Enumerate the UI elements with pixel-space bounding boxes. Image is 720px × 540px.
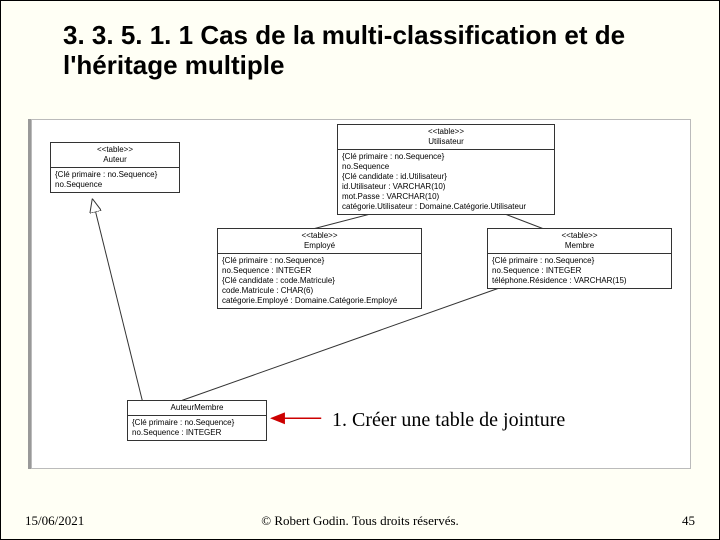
constraint: {Clé primaire : no.Sequence} — [342, 152, 550, 162]
stereotype: <<table>> — [55, 145, 175, 155]
attribute: téléphone.Résidence : VARCHAR(15) — [492, 276, 667, 286]
footer-copyright: © Robert Godin. Tous droits réservés. — [261, 513, 459, 529]
attribute: code.Matricule : CHAR(6) — [222, 286, 417, 296]
constraint: {Clé candidate : code.Matricule} — [222, 276, 417, 286]
constraint: {Clé primaire : no.Sequence} — [55, 170, 175, 180]
attribute: catégorie.Utilisateur : Domaine.Catégori… — [342, 202, 550, 212]
attribute: no.Sequence — [55, 180, 175, 190]
attribute: no.Sequence : INTEGER — [132, 428, 262, 438]
constraint: {Clé primaire : no.Sequence} — [222, 256, 417, 266]
footer-date: 15/06/2021 — [25, 513, 84, 529]
constraint: {Clé primaire : no.Sequence} — [492, 256, 667, 266]
class-membre: <<table>> Membre {Clé primaire : no.Sequ… — [487, 228, 672, 289]
stereotype: <<table>> — [492, 231, 667, 241]
class-name: Auteur — [55, 155, 175, 165]
stereotype: <<table>> — [342, 127, 550, 137]
page-title: 3. 3. 5. 1. 1 Cas de la multi-classifica… — [63, 21, 663, 81]
class-employe: <<table>> Employé {Clé primaire : no.Seq… — [217, 228, 422, 309]
class-name: Utilisateur — [342, 137, 550, 147]
class-auteurmembre: AuteurMembre {Clé primaire : no.Sequence… — [127, 400, 267, 441]
attribute: catégorie.Employé : Domaine.Catégorie.Em… — [222, 296, 417, 306]
attribute: no.Sequence : INTEGER — [222, 266, 417, 276]
attribute: mot.Passe : VARCHAR(10) — [342, 192, 550, 202]
attribute: id.Utilisateur : VARCHAR(10) — [342, 182, 550, 192]
diagram-area: <<table>> Auteur {Clé primaire : no.Sequ… — [31, 119, 691, 469]
constraint: {Clé candidate : id.Utilisateur} — [342, 172, 550, 182]
attribute: no.Sequence : INTEGER — [492, 266, 667, 276]
class-utilisateur: <<table>> Utilisateur {Clé primaire : no… — [337, 124, 555, 215]
stereotype: <<table>> — [222, 231, 417, 241]
class-auteur: <<table>> Auteur {Clé primaire : no.Sequ… — [50, 142, 180, 193]
class-name: Employé — [222, 241, 417, 251]
class-name: AuteurMembre — [132, 403, 262, 413]
footer-page: 45 — [682, 513, 695, 529]
constraint: {Clé primaire : no.Sequence} — [132, 418, 262, 428]
annotation-text: 1. Créer une table de jointure — [332, 409, 565, 432]
class-name: Membre — [492, 241, 667, 251]
attribute: no.Sequence — [342, 162, 550, 172]
